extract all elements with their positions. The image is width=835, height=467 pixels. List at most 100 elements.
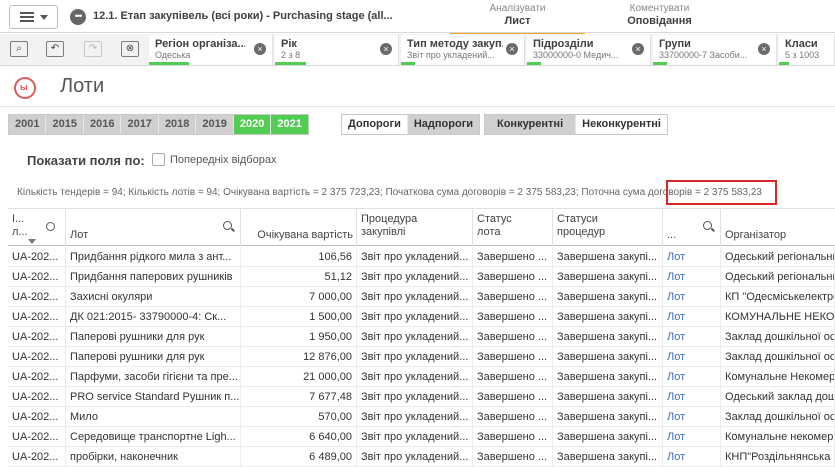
cell-procedure: Звіт про укладений... (357, 387, 473, 407)
column-header-procedure[interactable]: Процедура закупівлі (357, 209, 473, 246)
cell-procedure: Звіт про укладений... (357, 407, 473, 427)
column-header-label: Лот (70, 229, 89, 241)
selection-bar (527, 62, 541, 65)
cell-link[interactable]: Лот (663, 427, 721, 447)
cell-lot-status: Завершено ... (473, 327, 553, 347)
cell-link[interactable]: Лот (663, 307, 721, 327)
cell-procedure-status: Завершена закупі... (553, 387, 663, 407)
year-button[interactable]: 2001 (9, 115, 47, 134)
table-row[interactable]: UA-202... Придбання паперових рушників 51,… (8, 267, 835, 287)
year-button[interactable]: 2018 (159, 115, 197, 134)
cell-lot-status: Завершено ... (473, 427, 553, 447)
table-row[interactable]: UA-202... Паперові рушники для рук 12 876,… (8, 347, 835, 367)
step-forward-icon[interactable]: ↷ (84, 41, 102, 57)
smart-search-icon[interactable]: ⌕ (10, 41, 28, 57)
competitive-button[interactable]: Конкурентні (485, 115, 577, 134)
cell-link[interactable]: Лот (663, 327, 721, 347)
column-header-lot-status[interactable]: Статус лота (473, 209, 553, 246)
top-toolbar: ••• 12.1. Етап закупівель (всі роки) - P… (0, 0, 835, 35)
clear-selection-icon[interactable]: × (506, 43, 518, 55)
table-row[interactable]: UA-202... пробірки, наконечник 6 489,00 Зві… (8, 447, 835, 467)
app-title: 12.1. Етап закупівель (всі роки) - Purch… (93, 10, 393, 22)
cell-procedure: Звіт про укладений... (357, 327, 473, 347)
cell-link[interactable]: Лот (663, 387, 721, 407)
clear-all-selections-icon[interactable]: ⊗ (121, 41, 139, 57)
noncompetitive-button[interactable]: Неконкурентні (576, 115, 667, 134)
cell-organizer: Комунальне некомерц (721, 427, 835, 447)
cell-expected-value: 1 500,00 (241, 307, 357, 327)
table-row[interactable]: UA-202... Придбання рідкого мила з ант...… (8, 247, 835, 267)
table-row[interactable]: UA-202... Захисні окуляри 7 000,00 Звіт про… (8, 287, 835, 307)
below-threshold-button[interactable]: Допороги (342, 115, 408, 134)
cell-link[interactable]: Лот (663, 447, 721, 467)
cell-procedure: Звіт про укладений... (357, 267, 473, 287)
cell-link[interactable]: Лот (663, 407, 721, 427)
column-header-organizer[interactable]: Організатор (721, 209, 835, 246)
column-header-lot[interactable]: Лот (66, 209, 241, 246)
selections-bar: ⌕ ↶ ↷ ⊗ Регіон організа... Одеська × Рік… (0, 34, 835, 66)
cell-procedure-status: Завершена закупі... (553, 427, 663, 447)
cell-link[interactable]: Лот (663, 287, 721, 307)
step-back-icon[interactable]: ↶ (46, 41, 64, 57)
cell-procedure: Звіт про укладений... (357, 427, 473, 447)
year-button[interactable]: 2017 (121, 115, 159, 134)
clear-selection-icon[interactable]: × (632, 43, 644, 55)
header-divider (0, 106, 835, 107)
cell-procedure: Звіт про укладений... (357, 307, 473, 327)
clear-selection-icon[interactable]: × (380, 43, 392, 55)
threshold-filter-bar: Допороги Надпороги (341, 114, 481, 135)
cell-link[interactable]: Лот (663, 347, 721, 367)
cell-link[interactable]: Лот (663, 367, 721, 387)
column-header-procedure-status[interactable]: Статуси процедур (553, 209, 663, 246)
menu-icon (19, 12, 34, 22)
cell-procedure: Звіт про укладений... (357, 287, 473, 307)
previous-selections-label: Попередніх відборах (170, 154, 277, 166)
selection-chip-region[interactable]: Регіон організа... Одеська × (149, 35, 273, 65)
app-icon[interactable]: ••• (70, 9, 86, 25)
cell-organizer: Заклад дошкільної осв (721, 407, 835, 427)
cell-lot-status: Завершено ... (473, 287, 553, 307)
selection-bar (653, 62, 667, 65)
year-button[interactable]: 2016 (84, 115, 122, 134)
search-icon[interactable] (703, 221, 712, 230)
previous-selections-checkbox[interactable] (152, 153, 165, 166)
year-button[interactable]: 2015 (46, 115, 84, 134)
cell-organizer: Одеський регіональни (721, 247, 835, 267)
column-header-expected-value[interactable]: Очікувана вартість (241, 209, 357, 246)
chip-value: Звіт про укладений... (407, 50, 495, 60)
column-header-link[interactable]: ... (663, 209, 721, 246)
selection-chip-groups[interactable]: Групи 33700000-7 Засоби... × (653, 35, 777, 65)
year-button[interactable]: 2021 (271, 115, 308, 134)
clear-selection-icon[interactable]: × (254, 43, 266, 55)
search-icon[interactable] (46, 222, 55, 231)
table-row[interactable]: UA-202... Паперові рушники для рук 1 950,0… (8, 327, 835, 347)
cell-lot-status: Завершено ... (473, 307, 553, 327)
cell-link[interactable]: Лот (663, 267, 721, 287)
above-threshold-button[interactable]: Надпороги (407, 115, 480, 134)
cell-lot: Паперові рушники для рук (66, 327, 241, 347)
year-button[interactable]: 2019 (196, 115, 234, 134)
clear-selection-icon[interactable]: × (758, 43, 770, 55)
selection-chip-classes[interactable]: Класи 5 з 1003 (779, 35, 835, 65)
selection-chip-year[interactable]: Рік 2 з 8 × (275, 35, 399, 65)
cell-lot: Придбання рідкого мила з ант... (66, 247, 241, 267)
table-row[interactable]: UA-202... Мило 570,00 Звіт про укладений...… (8, 407, 835, 427)
cell-expected-value: 6 489,00 (241, 447, 357, 467)
table-row[interactable]: UA-202... ДК 021:2015- 33790000-4: Ск... 1… (8, 307, 835, 327)
search-icon[interactable] (223, 221, 232, 230)
table-row[interactable]: UA-202... Середовище транспортне Ligh... 6… (8, 427, 835, 447)
table-row[interactable]: UA-202... Парфуми, засоби гігієни та пре.… (8, 367, 835, 387)
cell-lot-status: Завершено ... (473, 407, 553, 427)
cell-procedure: Звіт про укладений... (357, 447, 473, 467)
cell-organizer: Заклад дошкільної осв (721, 347, 835, 367)
cell-link[interactable]: Лот (663, 247, 721, 267)
main-menu-button[interactable] (9, 5, 58, 29)
selection-chip-method-type[interactable]: Тип методу закуп... Звіт про укладений..… (401, 35, 525, 65)
cell-organizer: Одеський заклад дошк (721, 387, 835, 407)
cell-procedure-status: Завершена закупі... (553, 287, 663, 307)
tab-storytelling[interactable]: Коментувати Оповідання (592, 2, 727, 28)
table-row[interactable]: UA-202... PRO service Standard Рушник п..… (8, 387, 835, 407)
selection-chip-divisions[interactable]: Підрозділи 33000000-0 Медич... × (527, 35, 651, 65)
year-button[interactable]: 2020 (233, 115, 272, 134)
column-header-id[interactable]: І... л... (8, 209, 66, 246)
